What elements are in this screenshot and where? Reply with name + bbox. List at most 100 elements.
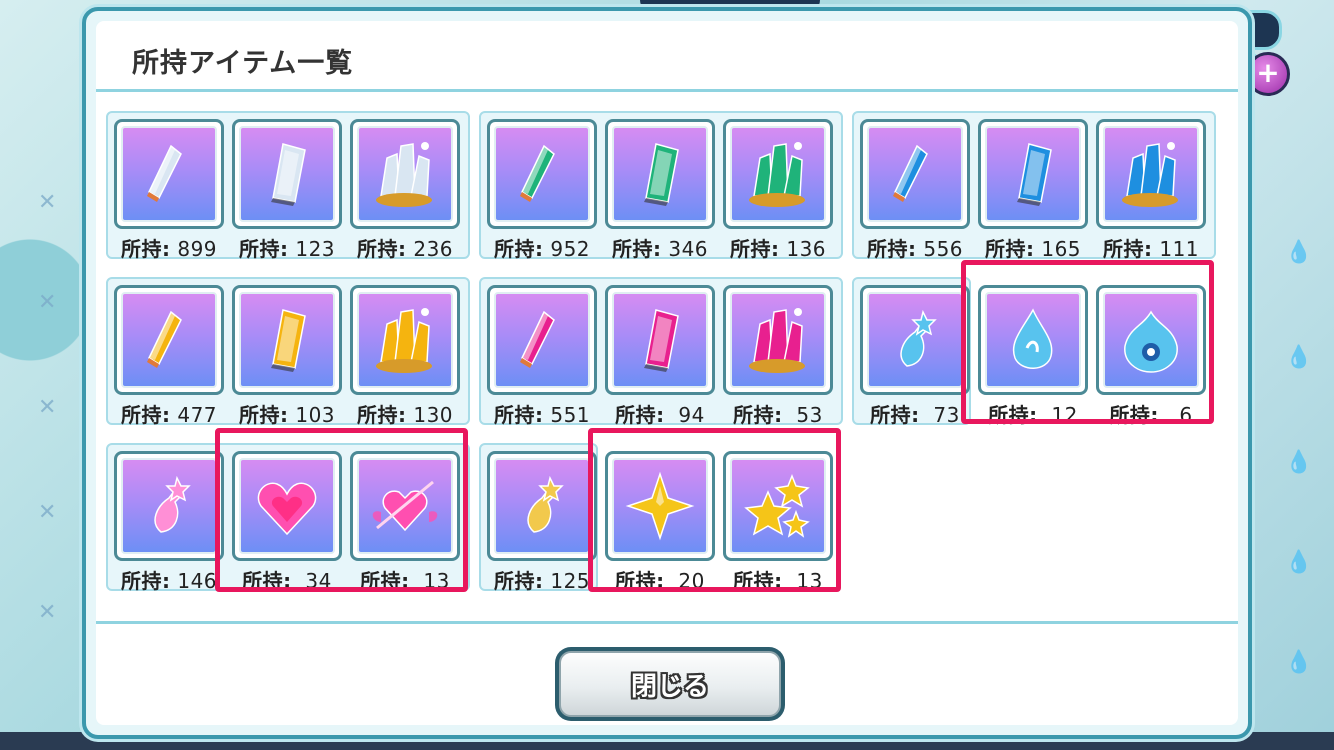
item-count-value: 73	[919, 403, 960, 427]
item-count: 所持: 130	[350, 399, 460, 428]
item-count: 所持: 236	[350, 233, 460, 262]
item-count-label: 所持:	[615, 403, 665, 427]
item-frame[interactable]	[232, 285, 342, 395]
crystal-clear-small-icon	[121, 126, 217, 222]
item-count: 所持: 556	[860, 233, 970, 262]
item-count-value: 94	[664, 403, 705, 427]
item-count: 所持: 146	[114, 565, 224, 594]
item-count-label: 所持:	[1102, 237, 1153, 261]
item-slot[interactable]: 所持: 899	[114, 119, 224, 262]
item-slot[interactable]: 所持: 146	[114, 451, 224, 594]
item-frame[interactable]	[605, 119, 715, 229]
item-count-label: 所持:	[493, 569, 544, 593]
item-slot[interactable]: 所持: 236	[350, 119, 460, 262]
item-count: 所持: 125	[487, 565, 597, 594]
item-count-label: 所持:	[356, 403, 407, 427]
item-count: 所持: 123	[232, 233, 342, 262]
bg-cross-icon: ✕	[38, 190, 57, 215]
bg-cross-icon: ✕	[38, 500, 57, 525]
item-count-value: 165	[1034, 237, 1082, 261]
item-frame[interactable]	[350, 119, 460, 229]
add-currency-button[interactable]: +	[1246, 52, 1290, 96]
bg-drop-icon: 💧	[1285, 650, 1313, 675]
item-count: 所持: 94	[605, 399, 715, 428]
item-slot[interactable]: 所持: 477	[114, 285, 224, 428]
crystal-gold-small-icon	[121, 292, 217, 388]
item-group: 所持: 952 所持: 346 所持: 136	[479, 111, 843, 262]
item-count-value: 346	[661, 237, 709, 261]
item-count-label: 所持:	[356, 237, 407, 261]
item-count-label: 所持:	[238, 237, 289, 261]
item-frame[interactable]	[723, 285, 833, 395]
item-slot[interactable]: 所持: 346	[605, 119, 715, 262]
title-divider	[96, 89, 1238, 92]
item-frame[interactable]	[114, 285, 224, 395]
item-slot[interactable]: 所持: 73	[860, 285, 970, 428]
item-slot[interactable]: 所持: 952	[487, 119, 597, 262]
item-slot[interactable]: 所持: 125	[487, 451, 597, 594]
bg-drop-icon: 💧	[1285, 550, 1313, 575]
item-group: 所持: 73 所持: 12 所持: 6	[852, 277, 1206, 428]
item-count-label: 所持:	[238, 403, 289, 427]
item-count: 所持: 165	[978, 233, 1088, 262]
bg-drop-icon: 💧	[1285, 450, 1313, 475]
item-frame[interactable]	[487, 285, 597, 395]
item-count: 所持: 103	[232, 399, 342, 428]
item-slot[interactable]: 所持: 165	[978, 119, 1088, 262]
bg-drop-icon: 💧	[1285, 345, 1313, 370]
item-slot[interactable]: 所持: 94	[605, 285, 715, 428]
close-button[interactable]: 閉じる	[555, 647, 785, 721]
item-count-value: 551	[543, 403, 591, 427]
crystal-green-large-icon	[730, 126, 826, 222]
item-frame[interactable]	[1096, 119, 1206, 229]
item-count-value: 103	[288, 403, 336, 427]
item-count-value: 53	[782, 403, 823, 427]
item-count-value: 146	[170, 569, 218, 593]
item-slot[interactable]: 所持: 130	[350, 285, 460, 428]
item-frame[interactable]	[350, 285, 460, 395]
item-frame[interactable]	[605, 285, 715, 395]
crystal-blue-large-icon	[1103, 126, 1199, 222]
footer-divider	[96, 621, 1238, 624]
item-count: 所持: 73	[860, 399, 970, 428]
item-count-label: 所持:	[984, 237, 1035, 261]
crystal-green-small-icon	[494, 126, 590, 222]
item-group: 所持: 899 所持: 123 所持: 236	[106, 111, 470, 262]
crystal-clear-large-icon	[357, 126, 453, 222]
item-frame[interactable]	[114, 451, 224, 561]
close-button-face[interactable]: 閉じる	[559, 651, 781, 717]
item-slot[interactable]: 所持: 53	[723, 285, 833, 428]
item-frame[interactable]	[978, 119, 1088, 229]
crystal-pink-medium-icon	[612, 292, 708, 388]
crystal-gold-medium-icon	[239, 292, 335, 388]
item-slot[interactable]: 所持: 136	[723, 119, 833, 262]
item-slot[interactable]: 所持: 551	[487, 285, 597, 428]
crystal-blue-small-icon	[867, 126, 963, 222]
item-count: 所持: 952	[487, 233, 597, 262]
highlight-box-star	[588, 428, 841, 592]
bg-cross-icon: ✕	[38, 290, 57, 315]
bg-drop-icon: 💧	[1285, 240, 1313, 265]
highlight-box-heart	[215, 428, 468, 592]
item-count-value: 123	[288, 237, 336, 261]
item-count-value: 130	[406, 403, 454, 427]
item-group: 所持: 125 所持: 20 所持: 13	[479, 443, 833, 594]
item-frame[interactable]	[723, 119, 833, 229]
item-count-label: 所持:	[866, 237, 917, 261]
item-count-value: 236	[406, 237, 454, 261]
item-count-value: 556	[916, 237, 964, 261]
item-count: 所持: 551	[487, 399, 597, 428]
item-frame[interactable]	[487, 451, 597, 561]
item-slot[interactable]: 所持: 111	[1096, 119, 1206, 262]
item-count-label: 所持:	[611, 237, 662, 261]
item-slot[interactable]: 所持: 123	[232, 119, 342, 262]
item-frame[interactable]	[860, 285, 970, 395]
item-slot[interactable]: 所持: 103	[232, 285, 342, 428]
item-frame[interactable]	[487, 119, 597, 229]
item-frame[interactable]	[114, 119, 224, 229]
item-frame[interactable]	[860, 119, 970, 229]
item-count: 所持: 53	[723, 399, 833, 428]
item-count-label: 所持:	[733, 403, 783, 427]
item-frame[interactable]	[232, 119, 342, 229]
item-slot[interactable]: 所持: 556	[860, 119, 970, 262]
